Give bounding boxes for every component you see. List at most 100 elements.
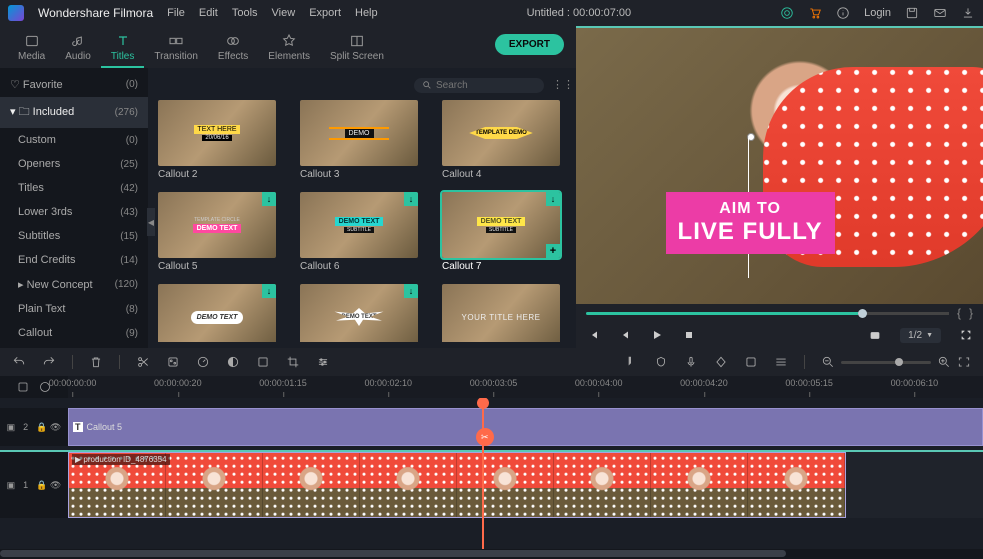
render-button[interactable] xyxy=(744,355,758,369)
download-badge-icon[interactable]: ↓ xyxy=(262,284,276,298)
category-sidebar: ♡ Favorite(0) ▾ 🗀 Included(276) Custom(0… xyxy=(0,68,148,348)
zoom-out-button[interactable] xyxy=(821,355,835,369)
sidebar-item-plaintext[interactable]: Plain Text(8) xyxy=(0,297,148,321)
sidebar-item-lower3rds[interactable]: Lower 3rds(43) xyxy=(0,200,148,224)
export-button[interactable]: EXPORT xyxy=(495,34,564,55)
menu-edit[interactable]: Edit xyxy=(199,7,218,19)
sidebar-item-openers[interactable]: Openers(25) xyxy=(0,152,148,176)
timeline-ruler[interactable]: 00:00:00:0000:00:00:2000:00:01:1500:00:0… xyxy=(68,376,983,398)
video-clip[interactable]: ▶ production ID_4876354 xyxy=(68,452,846,518)
zoom-fit-button[interactable] xyxy=(957,355,971,369)
info-icon[interactable] xyxy=(836,6,850,20)
zoom-slider[interactable] xyxy=(841,361,931,364)
sidebar-item-custom[interactable]: Custom(0) xyxy=(0,128,148,152)
undo-button[interactable] xyxy=(12,355,26,369)
zoom-in-button[interactable] xyxy=(937,355,951,369)
split-button[interactable] xyxy=(136,355,150,369)
video-track-body[interactable]: ▶ production ID_4876354 xyxy=(68,452,983,518)
download-badge-icon[interactable]: ↓ xyxy=(262,192,276,206)
delete-button[interactable] xyxy=(89,355,103,369)
asset-card-callout-2[interactable]: TEXT HERE20/06/16Callout 2 xyxy=(158,100,282,180)
add-badge-icon[interactable]: + xyxy=(546,244,560,258)
menu-export[interactable]: Export xyxy=(309,7,341,19)
prev-frame-button[interactable] xyxy=(586,328,600,342)
manage-tracks-button[interactable] xyxy=(774,355,788,369)
crop-button[interactable] xyxy=(286,355,300,369)
tab-titles[interactable]: Titles xyxy=(101,29,145,68)
voiceover-button[interactable] xyxy=(684,355,698,369)
menu-file[interactable]: File xyxy=(167,7,185,19)
menu-help[interactable]: Help xyxy=(355,7,378,19)
save-icon[interactable] xyxy=(905,6,919,20)
speed-button[interactable] xyxy=(196,355,210,369)
playhead-split-button[interactable]: ✂ xyxy=(476,428,494,446)
color-button[interactable] xyxy=(226,355,240,369)
preview-viewport[interactable]: AIM TO LIVE FULLY xyxy=(576,26,983,304)
timeline-scrollbar[interactable] xyxy=(0,549,983,559)
sidebar-collapse-button[interactable]: ◀ xyxy=(147,208,155,236)
asset-card-callout-4[interactable]: TEMPLATE DEMOCallout 4 xyxy=(442,100,566,180)
menu-tools[interactable]: Tools xyxy=(232,7,258,19)
login-button[interactable]: Login xyxy=(864,7,891,19)
download-badge-icon[interactable]: ↓ xyxy=(546,192,560,206)
tab-effects[interactable]: Effects xyxy=(208,29,258,68)
tab-media[interactable]: Media xyxy=(8,29,55,68)
track-options-button[interactable] xyxy=(17,381,29,393)
sidebar-item-newconcept[interactable]: ▸ New Concept(120) xyxy=(0,272,148,297)
text-track-body[interactable]: T Callout 5 xyxy=(68,408,983,446)
text-clip-label: Callout 5 xyxy=(87,422,123,432)
tab-elements[interactable]: Elements xyxy=(258,29,320,68)
loop-start-icon[interactable]: { xyxy=(957,306,961,320)
loop-end-icon[interactable]: } xyxy=(969,306,973,320)
download-badge-icon[interactable]: ↓ xyxy=(404,284,418,298)
menu-view[interactable]: View xyxy=(272,7,296,19)
sidebar-item-subtitles[interactable]: Subtitles(15) xyxy=(0,224,148,248)
redo-button[interactable] xyxy=(42,355,56,369)
asset-card-callout-3[interactable]: DEMOCallout 3 xyxy=(300,100,424,180)
asset-card-callout-6[interactable]: DEMO TEXTSUBTITLE↓Callout 6 xyxy=(300,192,424,272)
grid-view-icon[interactable]: ⋮⋮⋮ xyxy=(552,78,566,92)
asset-card-callout-7[interactable]: DEMO TEXTSUBTITLE↓+Callout 7 xyxy=(442,192,566,272)
sidebar-item-endcredits[interactable]: End Credits(14) xyxy=(0,248,148,272)
marker-button[interactable] xyxy=(624,355,638,369)
download-badge-icon[interactable]: ↓ xyxy=(404,192,418,206)
search-input[interactable] xyxy=(414,78,544,93)
preview-title-overlay[interactable]: AIM TO LIVE FULLY xyxy=(666,192,835,254)
overlay-line2: LIVE FULLY xyxy=(678,218,823,246)
quality-selector[interactable]: 1/2 ▼ xyxy=(900,328,941,343)
fullscreen-button[interactable] xyxy=(959,328,973,342)
text-track-head[interactable]: ▣ 2 🔒 👁 xyxy=(0,408,68,446)
snapshot-button[interactable] xyxy=(868,328,882,342)
asset-card-thought-bubble[interactable]: DEMO TEXT↓Thought Bubble xyxy=(158,284,282,342)
mail-icon[interactable] xyxy=(933,6,947,20)
cart-icon[interactable] xyxy=(808,6,822,20)
mixer-button[interactable] xyxy=(654,355,668,369)
edit-button[interactable] xyxy=(166,355,180,369)
video-track: ▣ 1 🔒 👁 ▶ production ID_4876354 xyxy=(0,450,983,518)
asset-card-callout-5[interactable]: TEMPLATE CIRCLEDEMO TEXT↓Callout 5 xyxy=(158,192,282,272)
text-clip[interactable]: T Callout 5 xyxy=(68,408,983,446)
step-back-button[interactable] xyxy=(618,328,632,342)
sidebar-item-included[interactable]: ▾ 🗀 Included(276) xyxy=(0,97,148,128)
asset-card-default-title[interactable]: YOUR TITLE HEREDefault Title xyxy=(442,284,566,342)
zoom-control[interactable] xyxy=(821,355,971,369)
sidebar-item-titles[interactable]: Titles(42) xyxy=(0,176,148,200)
playhead[interactable] xyxy=(482,398,484,549)
support-icon[interactable] xyxy=(780,6,794,20)
greenscreen-button[interactable] xyxy=(256,355,270,369)
tab-transition[interactable]: Transition xyxy=(144,29,208,68)
keyframe-button[interactable] xyxy=(714,355,728,369)
tab-audio[interactable]: Audio xyxy=(55,29,101,68)
tab-splitscreen[interactable]: Split Screen xyxy=(320,29,394,68)
play-button[interactable] xyxy=(650,328,664,342)
timeline-toolbar xyxy=(0,348,983,376)
library-tabs: Media Audio Titles Transition Effects El… xyxy=(0,26,576,68)
preview-progress[interactable] xyxy=(586,312,949,315)
video-track-head[interactable]: ▣ 1 🔒 👁 xyxy=(0,452,68,518)
asset-card-burst[interactable]: DEMO TEXT↓Burst xyxy=(300,284,424,342)
sidebar-item-favorite[interactable]: ♡ Favorite(0) xyxy=(0,72,148,97)
sidebar-item-callout[interactable]: Callout(9) xyxy=(0,321,148,345)
stop-button[interactable] xyxy=(682,328,696,342)
download-icon[interactable] xyxy=(961,6,975,20)
adjust-button[interactable] xyxy=(316,355,330,369)
